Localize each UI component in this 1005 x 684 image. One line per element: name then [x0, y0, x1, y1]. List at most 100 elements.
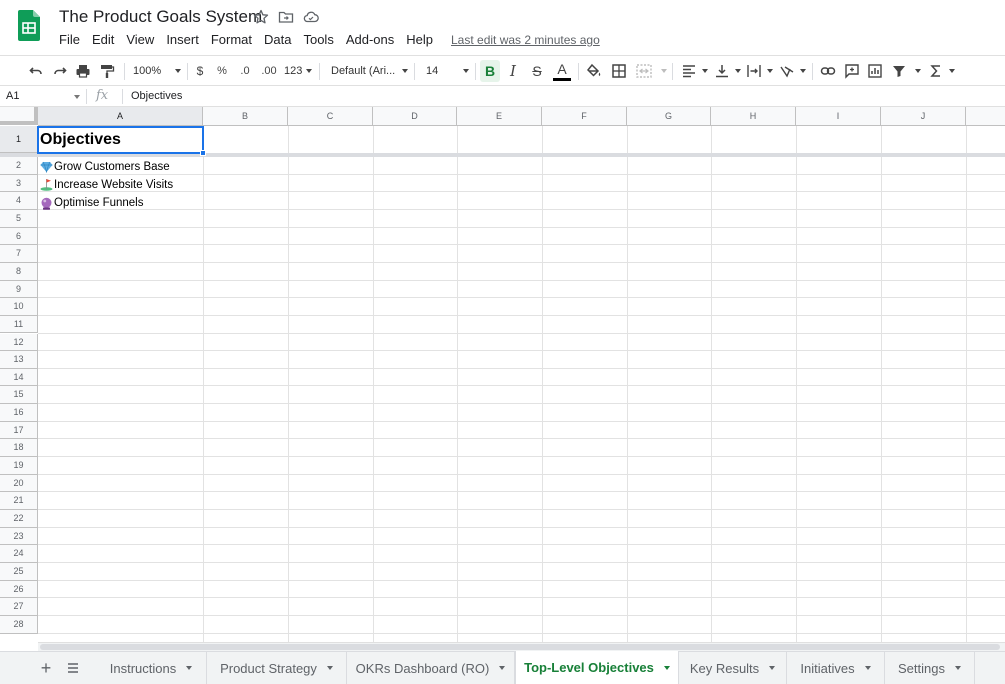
zoom-select[interactable]: 100%: [133, 60, 181, 82]
redo-icon[interactable]: [51, 60, 69, 82]
menu-help[interactable]: Help: [400, 31, 439, 49]
bold-button[interactable]: B: [480, 60, 500, 82]
row-header-26[interactable]: 26: [0, 580, 38, 599]
row-header-7[interactable]: 7: [0, 245, 38, 263]
row-header-4[interactable]: 4: [0, 192, 38, 210]
chevron-down-icon[interactable]: [74, 95, 80, 99]
horizontal-scrollbar[interactable]: [38, 642, 1005, 651]
sheet-tab-top-level-objectives[interactable]: Top-Level Objectives: [515, 651, 679, 684]
text-wrapping-icon[interactable]: [746, 60, 773, 82]
chevron-down-icon[interactable]: [186, 666, 193, 670]
column-header-f[interactable]: F: [542, 107, 627, 126]
cell-a4[interactable]: Optimise Funnels: [40, 194, 143, 212]
vertical-align-icon[interactable]: [714, 60, 741, 82]
font-family-select[interactable]: Default (Ari...: [331, 60, 408, 82]
menu-insert[interactable]: Insert: [160, 31, 205, 49]
spreadsheet-grid[interactable]: ABCDEFGHIJ 1 2 3 4 5 6 7 8 9 10 11 12 13 14 15 16 17 18 19…: [0, 107, 1005, 642]
sheet-tab-settings[interactable]: Settings: [885, 652, 975, 684]
row-header-28[interactable]: 28: [0, 615, 38, 634]
add-sheet-button[interactable]: +: [36, 658, 56, 678]
row-header-3[interactable]: 3: [0, 174, 38, 193]
row-header-15[interactable]: 15: [0, 386, 38, 405]
menu-format[interactable]: Format: [205, 31, 258, 49]
menu-file[interactable]: File: [53, 31, 86, 49]
column-header-h[interactable]: H: [711, 107, 796, 126]
text-color-button[interactable]: A: [551, 60, 573, 82]
sheet-tab-initiatives[interactable]: Initiatives: [787, 652, 885, 684]
filter-icon[interactable]: [891, 60, 921, 82]
column-header-e[interactable]: E: [457, 107, 542, 126]
sheet-tab-product-strategy[interactable]: Product Strategy: [207, 652, 347, 684]
row-header-2[interactable]: 2: [0, 157, 38, 175]
formula-input[interactable]: Objectives: [131, 86, 182, 106]
strikethrough-button[interactable]: S: [528, 60, 546, 82]
decrease-decimals-button[interactable]: .0: [236, 60, 254, 82]
insert-comment-icon[interactable]: [843, 60, 861, 82]
menu-edit[interactable]: Edit: [86, 31, 120, 49]
select-all-corner[interactable]: [0, 107, 38, 125]
paint-format-icon[interactable]: [98, 60, 116, 82]
text-rotation-icon[interactable]: [779, 60, 806, 82]
chevron-down-icon[interactable]: [954, 666, 961, 670]
row-header-20[interactable]: 20: [0, 474, 38, 493]
cell-a1[interactable]: Objectives: [40, 127, 121, 153]
insert-link-icon[interactable]: [819, 60, 837, 82]
cell-a2[interactable]: Grow Customers Base: [40, 158, 170, 175]
column-header-i[interactable]: I: [796, 107, 881, 126]
fill-handle[interactable]: [200, 150, 206, 156]
row-header-24[interactable]: 24: [0, 545, 38, 563]
percent-format-button[interactable]: %: [215, 60, 229, 82]
column-header-j[interactable]: J: [881, 107, 966, 126]
insert-chart-icon[interactable]: [866, 60, 884, 82]
menu-tools[interactable]: Tools: [297, 31, 339, 49]
menu-view[interactable]: View: [120, 31, 160, 49]
merge-cells-icon[interactable]: [635, 60, 667, 82]
row-header-5[interactable]: 5: [0, 209, 38, 228]
row-header-25[interactable]: 25: [0, 562, 38, 581]
sheets-logo-icon[interactable]: [18, 10, 40, 41]
star-icon[interactable]: [253, 9, 269, 25]
sheet-tab-okrs-dashboard-ro[interactable]: OKRs Dashboard (RO): [347, 652, 515, 684]
functions-icon[interactable]: [928, 60, 955, 82]
chevron-down-icon[interactable]: [499, 666, 506, 670]
row-header-1[interactable]: 1: [0, 126, 38, 153]
menu-data[interactable]: Data: [258, 31, 297, 49]
chevron-down-icon[interactable]: [663, 665, 670, 670]
row-header-14[interactable]: 14: [0, 368, 38, 387]
menu-add-ons[interactable]: Add-ons: [340, 31, 400, 49]
last-edit-link[interactable]: Last edit was 2 minutes ago: [451, 31, 600, 49]
print-icon[interactable]: [74, 60, 92, 82]
all-sheets-menu-icon[interactable]: [63, 658, 83, 678]
column-header-d[interactable]: D: [373, 107, 457, 126]
column-header-a[interactable]: A: [38, 107, 203, 126]
chevron-down-icon[interactable]: [769, 666, 776, 670]
increase-decimals-button[interactable]: .00: [260, 60, 278, 82]
row-header-19[interactable]: 19: [0, 457, 38, 475]
borders-icon[interactable]: [610, 60, 628, 82]
row-header-21[interactable]: 21: [0, 492, 38, 510]
scrollbar-thumb[interactable]: [40, 644, 1000, 650]
horizontal-align-icon[interactable]: [681, 60, 708, 82]
move-folder-icon[interactable]: [278, 9, 294, 25]
row-header-9[interactable]: 9: [0, 280, 38, 299]
row-header-12[interactable]: 12: [0, 333, 38, 352]
frozen-row-divider[interactable]: [0, 153, 1005, 157]
row-header-6[interactable]: 6: [0, 227, 38, 246]
sheet-tab-instructions[interactable]: Instructions: [96, 652, 207, 684]
italic-button[interactable]: I: [504, 60, 522, 82]
row-header-23[interactable]: 23: [0, 527, 38, 546]
row-header-17[interactable]: 17: [0, 421, 38, 440]
undo-icon[interactable]: [27, 60, 45, 82]
sheet-tab-key-results[interactable]: Key Results: [679, 652, 787, 684]
font-size-select[interactable]: 14: [426, 60, 469, 82]
document-title[interactable]: The Product Goals System: [59, 7, 262, 27]
cloud-status-icon[interactable]: [303, 9, 319, 25]
fill-color-icon[interactable]: [585, 60, 603, 82]
column-header-b[interactable]: B: [203, 107, 288, 126]
row-header-18[interactable]: 18: [0, 439, 38, 458]
row-header-22[interactable]: 22: [0, 510, 38, 528]
cell-a3[interactable]: Increase Website Visits: [40, 176, 173, 193]
row-header-13[interactable]: 13: [0, 351, 38, 369]
row-header-10[interactable]: 10: [0, 298, 38, 316]
row-header-11[interactable]: 11: [0, 315, 38, 334]
